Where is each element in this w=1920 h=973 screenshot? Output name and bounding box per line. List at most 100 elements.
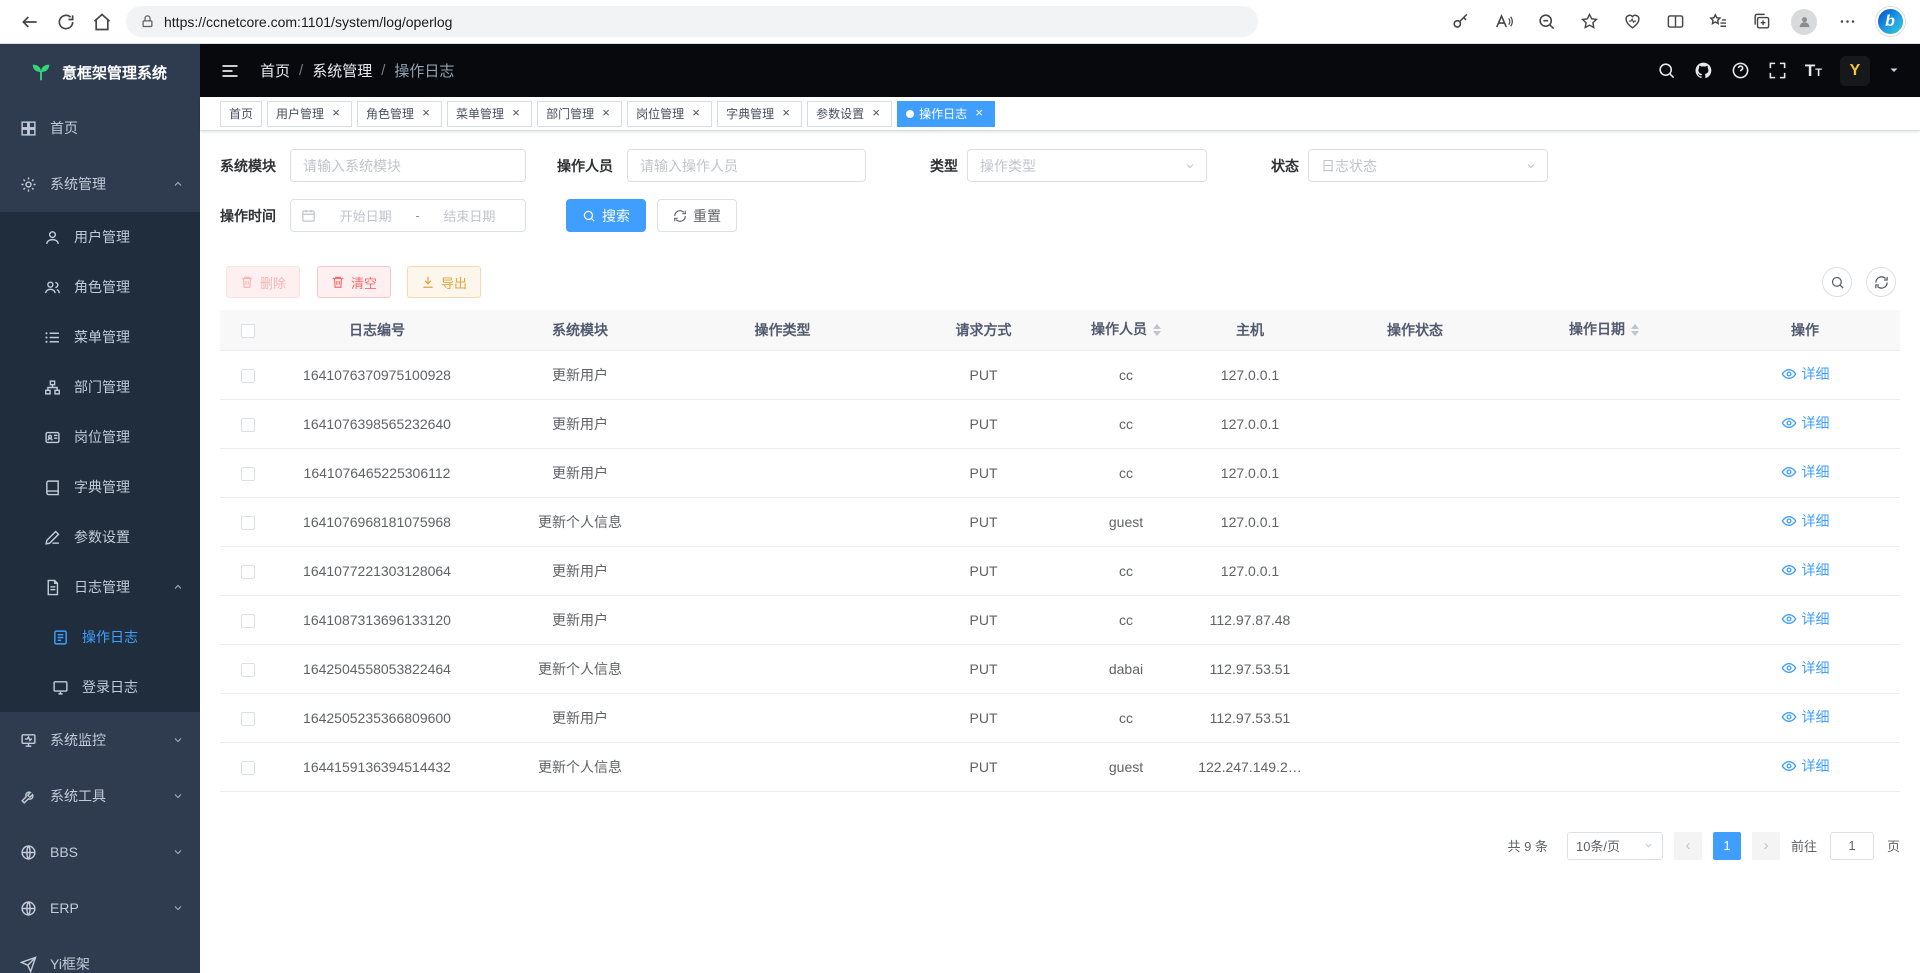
next-page-button[interactable]: ›	[1752, 832, 1780, 860]
address-bar[interactable]: https://ccnetcore.com:1101/system/log/op…	[126, 6, 1258, 37]
sidebar-item-tools[interactable]: 系统工具	[0, 768, 200, 824]
row-checkbox[interactable]	[241, 712, 255, 726]
close-tab-icon[interactable]: ×	[419, 107, 433, 121]
close-tab-icon[interactable]: ×	[972, 107, 986, 121]
header-search-button[interactable]	[1657, 61, 1676, 80]
sidebar-item-parameters[interactable]: 参数设置	[0, 512, 200, 562]
sidebar-item-menus[interactable]: 菜单管理	[0, 312, 200, 362]
col-operator[interactable]: 操作人员	[1084, 310, 1168, 350]
close-tab-icon[interactable]: ×	[509, 107, 523, 121]
sidebar-collapse-button[interactable]	[220, 61, 240, 81]
row-checkbox[interactable]	[241, 565, 255, 579]
reset-button[interactable]: 重置	[657, 199, 737, 232]
sidebar-item-bbs[interactable]: BBS	[0, 824, 200, 880]
detail-link[interactable]: 详细	[1781, 364, 1830, 384]
sidebar-item-system[interactable]: 系统管理	[0, 156, 200, 212]
sidebar-item-yi-framework[interactable]: Yi框架	[0, 936, 200, 973]
date-range-picker[interactable]: 开始日期 - 结束日期	[290, 199, 526, 232]
sidebar-item-log-management[interactable]: 日志管理	[0, 562, 200, 612]
select-all-checkbox[interactable]	[241, 324, 255, 338]
sidebar-item-operation-log[interactable]: 操作日志	[0, 612, 200, 662]
help-button[interactable]	[1731, 61, 1750, 80]
row-checkbox[interactable]	[241, 369, 255, 383]
close-tab-icon[interactable]: ×	[869, 107, 883, 121]
sort-carets-icon[interactable]	[1631, 320, 1639, 340]
page-size-select[interactable]: 10条/页	[1567, 832, 1663, 860]
browser-back-button[interactable]	[12, 5, 48, 39]
row-checkbox[interactable]	[241, 467, 255, 481]
type-select[interactable]: 操作类型	[967, 149, 1207, 182]
sidebar-item-roles[interactable]: 角色管理	[0, 262, 200, 312]
export-button[interactable]: 导出	[407, 266, 481, 298]
detail-link[interactable]: 详细	[1781, 560, 1830, 580]
split-screen-button[interactable]	[1657, 5, 1693, 39]
font-size-button[interactable]: TT	[1805, 62, 1822, 79]
detail-link[interactable]: 详细	[1781, 707, 1830, 727]
status-select[interactable]: 日志状态	[1308, 149, 1548, 182]
sidebar-item-posts[interactable]: 岗位管理	[0, 412, 200, 462]
sidebar-item-users[interactable]: 用户管理	[0, 212, 200, 262]
user-avatar[interactable]: Y	[1840, 56, 1870, 86]
sidebar-item-login-log[interactable]: 登录日志	[0, 662, 200, 712]
detail-link[interactable]: 详细	[1781, 756, 1830, 776]
current-page-button[interactable]: 1	[1713, 832, 1741, 860]
breadcrumb-system[interactable]: 系统管理	[312, 60, 372, 81]
app-logo[interactable]: 意框架管理系统	[0, 44, 200, 100]
sidebar-item-dictionary[interactable]: 字典管理	[0, 462, 200, 512]
close-tab-icon[interactable]: ×	[599, 107, 613, 121]
operator-input[interactable]	[627, 149, 866, 182]
detail-link[interactable]: 详细	[1781, 511, 1830, 531]
breadcrumb-home[interactable]: 首页	[260, 60, 290, 81]
detail-link[interactable]: 详细	[1781, 658, 1830, 678]
tab-岗位管理[interactable]: 岗位管理×	[627, 101, 712, 127]
browser-menu-button[interactable]	[1829, 5, 1865, 39]
close-tab-icon[interactable]: ×	[689, 107, 703, 121]
favorites-button[interactable]	[1700, 5, 1736, 39]
col-date[interactable]: 操作日期	[1498, 310, 1710, 350]
delete-button[interactable]: 删除	[226, 266, 300, 298]
refresh-table-button[interactable]	[1866, 267, 1896, 297]
row-checkbox[interactable]	[241, 761, 255, 775]
browser-profile-button[interactable]	[1786, 5, 1822, 39]
search-button[interactable]: 搜索	[566, 199, 646, 232]
github-button[interactable]	[1694, 61, 1713, 80]
prev-page-button[interactable]: ‹	[1674, 832, 1702, 860]
row-checkbox[interactable]	[241, 663, 255, 677]
password-key-button[interactable]	[1442, 5, 1478, 39]
sidebar-item-departments[interactable]: 部门管理	[0, 362, 200, 412]
browser-reload-button[interactable]	[48, 5, 84, 39]
tab-菜单管理[interactable]: 菜单管理×	[447, 101, 532, 127]
sidebar-item-monitoring[interactable]: 系统监控	[0, 712, 200, 768]
close-tab-icon[interactable]: ×	[329, 107, 343, 121]
clear-button[interactable]: 清空	[317, 266, 391, 298]
goto-page-input[interactable]	[1830, 832, 1874, 860]
copilot-bing-button[interactable]: b	[1872, 5, 1908, 39]
sidebar-item-home[interactable]: 首页	[0, 100, 200, 156]
detail-link[interactable]: 详细	[1781, 413, 1830, 433]
tab-参数设置[interactable]: 参数设置×	[807, 101, 892, 127]
browser-essentials-button[interactable]	[1614, 5, 1650, 39]
sidebar-item-erp[interactable]: ERP	[0, 880, 200, 936]
tab-部门管理[interactable]: 部门管理×	[537, 101, 622, 127]
tab-操作日志[interactable]: 操作日志×	[897, 101, 995, 127]
detail-link[interactable]: 详细	[1781, 609, 1830, 629]
sort-carets-icon[interactable]	[1153, 320, 1161, 340]
tab-字典管理[interactable]: 字典管理×	[717, 101, 802, 127]
row-checkbox[interactable]	[241, 614, 255, 628]
row-checkbox[interactable]	[241, 516, 255, 530]
fullscreen-button[interactable]	[1768, 61, 1787, 80]
add-favorite-button[interactable]	[1571, 5, 1607, 39]
tab-用户管理[interactable]: 用户管理×	[267, 101, 352, 127]
toggle-search-button[interactable]	[1822, 267, 1852, 297]
module-input[interactable]	[290, 149, 526, 182]
collections-button[interactable]	[1743, 5, 1779, 39]
tab-角色管理[interactable]: 角色管理×	[357, 101, 442, 127]
close-tab-icon[interactable]: ×	[779, 107, 793, 121]
zoom-button[interactable]	[1528, 5, 1564, 39]
read-aloud-button[interactable]	[1485, 5, 1521, 39]
avatar-dropdown-button[interactable]	[1888, 62, 1900, 80]
row-checkbox[interactable]	[241, 418, 255, 432]
browser-home-button[interactable]	[84, 5, 120, 39]
tab-首页[interactable]: 首页	[220, 101, 262, 127]
detail-link[interactable]: 详细	[1781, 462, 1830, 482]
